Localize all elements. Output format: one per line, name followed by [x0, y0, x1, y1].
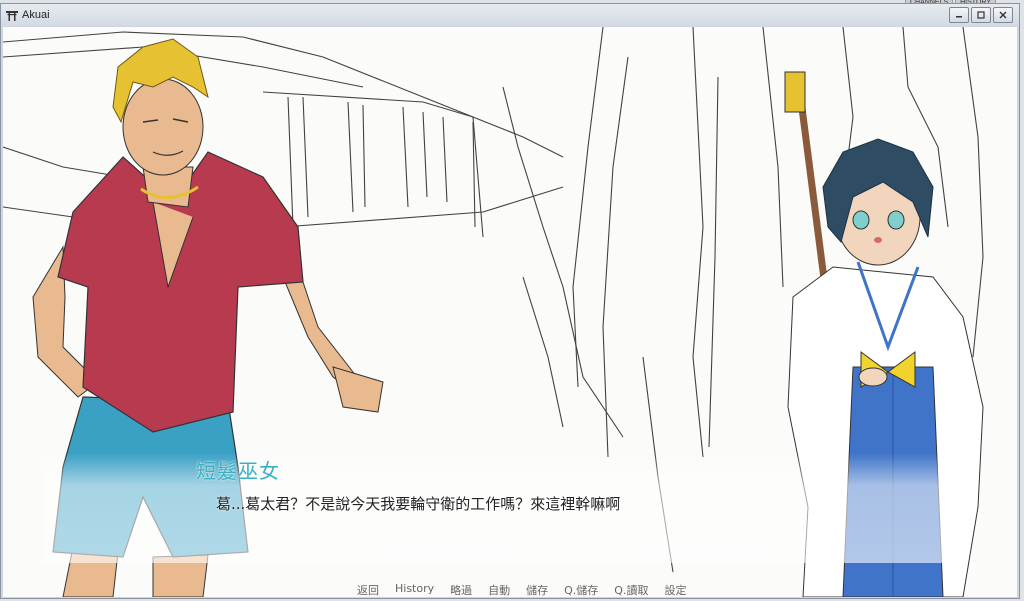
- quick-menu-quick-save[interactable]: Q.儲存: [556, 582, 606, 597]
- quick-menu-preferences[interactable]: 設定: [656, 582, 694, 597]
- quick-menu-quick-load[interactable]: Q.讀取: [606, 582, 656, 597]
- quick-menu-back[interactable]: 返回: [349, 582, 387, 597]
- torii-icon: [5, 8, 19, 22]
- close-button[interactable]: [993, 7, 1013, 23]
- quick-menu-auto[interactable]: 自動: [480, 582, 518, 597]
- quick-menu: 返回 History 略過 自動 儲存 Q.儲存 Q.讀取 設定: [349, 582, 694, 597]
- speaker-name: 短髮巫女: [196, 459, 280, 483]
- quick-menu-skip[interactable]: 略過: [442, 582, 480, 597]
- minimize-button[interactable]: [949, 7, 969, 23]
- minimize-icon: [956, 16, 962, 18]
- maximize-icon: [977, 11, 985, 19]
- window-controls: [949, 7, 1013, 23]
- game-canvas[interactable]: 短髮巫女 葛...葛太君？不是說今天我要輪守衛的工作嗎？來這裡幹嘛啊 返回 Hi…: [3, 27, 1017, 597]
- dialogue-text: 葛...葛太君？不是說今天我要輪守衛的工作嗎？來這裡幹嘛啊: [216, 495, 621, 513]
- game-window: Akuai 短髮巫女 葛...葛太君？不是說今天我要輪守衛的工作嗎？來這裡幹嘛啊…: [0, 3, 1020, 599]
- maximize-button[interactable]: [971, 7, 991, 23]
- close-icon: [999, 11, 1007, 19]
- quick-menu-save[interactable]: 儲存: [518, 582, 556, 597]
- quick-menu-history[interactable]: History: [387, 582, 442, 597]
- title-bar[interactable]: Akuai: [1, 4, 1019, 26]
- window-title: Akuai: [22, 9, 50, 21]
